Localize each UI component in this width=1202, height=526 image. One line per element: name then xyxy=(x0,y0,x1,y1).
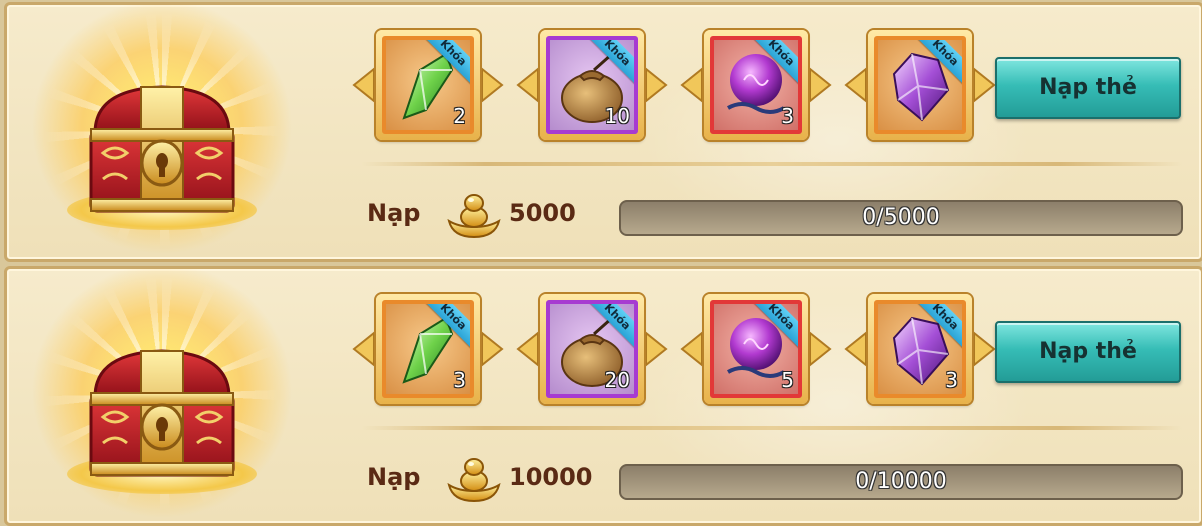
reward-item-slot[interactable]: Khóa 2 xyxy=(352,27,504,145)
item-box: Khóa 3 xyxy=(874,300,966,398)
progress-text: 0/5000 xyxy=(862,205,940,230)
reward-tier-panel: Khóa 3 Khóa 20 Khóa 5 Khóa 3 Nạp thẻ Nạp 100… xyxy=(4,266,1202,526)
reward-item-slot[interactable]: Khóa 3 xyxy=(844,291,996,409)
item-box: Khóa 2 xyxy=(382,36,474,134)
reward-item-slot[interactable]: Khóa 3 xyxy=(680,27,832,145)
reward-items: Khóa 3 Khóa 20 Khóa 5 Khóa 3 xyxy=(352,291,996,411)
requirement-label: Nạp xyxy=(367,463,421,491)
treasure-chest[interactable] xyxy=(27,269,297,523)
item-box: Khóa 3 xyxy=(710,36,802,134)
item-box: Khóa 3 xyxy=(382,300,474,398)
item-quantity: 3 xyxy=(453,368,466,392)
requirement-label: Nạp xyxy=(367,199,421,227)
progress-bar: 0/5000 xyxy=(619,200,1183,236)
gold-ingot-icon xyxy=(445,191,503,241)
gold-ingot-icon xyxy=(445,455,503,505)
item-box: Khóa 20 xyxy=(546,300,638,398)
reward-item-slot[interactable]: Khóa 5 xyxy=(680,291,832,409)
item-box: Khóa 10 xyxy=(546,36,638,134)
topup-button[interactable]: Nạp thẻ xyxy=(995,321,1181,383)
progress-bar: 0/10000 xyxy=(619,464,1183,500)
item-quantity: 3 xyxy=(945,368,958,392)
topup-button[interactable]: Nạp thẻ xyxy=(995,57,1181,119)
reward-item-slot[interactable]: Khóa 20 xyxy=(516,291,668,409)
requirement-amount: 5000 xyxy=(509,199,576,227)
reward-tier-panel: Khóa 2 Khóa 10 Khóa 3 Khóa Nạp thẻ Nạp 5000… xyxy=(4,2,1202,262)
item-box: Khóa xyxy=(874,36,966,134)
divider xyxy=(362,162,1182,166)
reward-item-slot[interactable]: Khóa 10 xyxy=(516,27,668,145)
reward-items: Khóa 2 Khóa 10 Khóa 3 Khóa xyxy=(352,27,996,147)
item-quantity: 3 xyxy=(781,104,794,128)
reward-item-slot[interactable]: Khóa 3 xyxy=(352,291,504,409)
reward-item-slot[interactable]: Khóa xyxy=(844,27,996,145)
requirement-amount: 10000 xyxy=(509,463,593,491)
chest-icon xyxy=(77,339,247,489)
item-quantity: 2 xyxy=(453,104,466,128)
item-quantity: 20 xyxy=(604,368,630,392)
item-quantity: 5 xyxy=(781,368,794,392)
item-box: Khóa 5 xyxy=(710,300,802,398)
item-quantity: 10 xyxy=(604,104,630,128)
progress-text: 0/10000 xyxy=(855,469,947,494)
divider xyxy=(362,426,1182,430)
treasure-chest[interactable] xyxy=(27,5,297,259)
chest-icon xyxy=(77,75,247,225)
